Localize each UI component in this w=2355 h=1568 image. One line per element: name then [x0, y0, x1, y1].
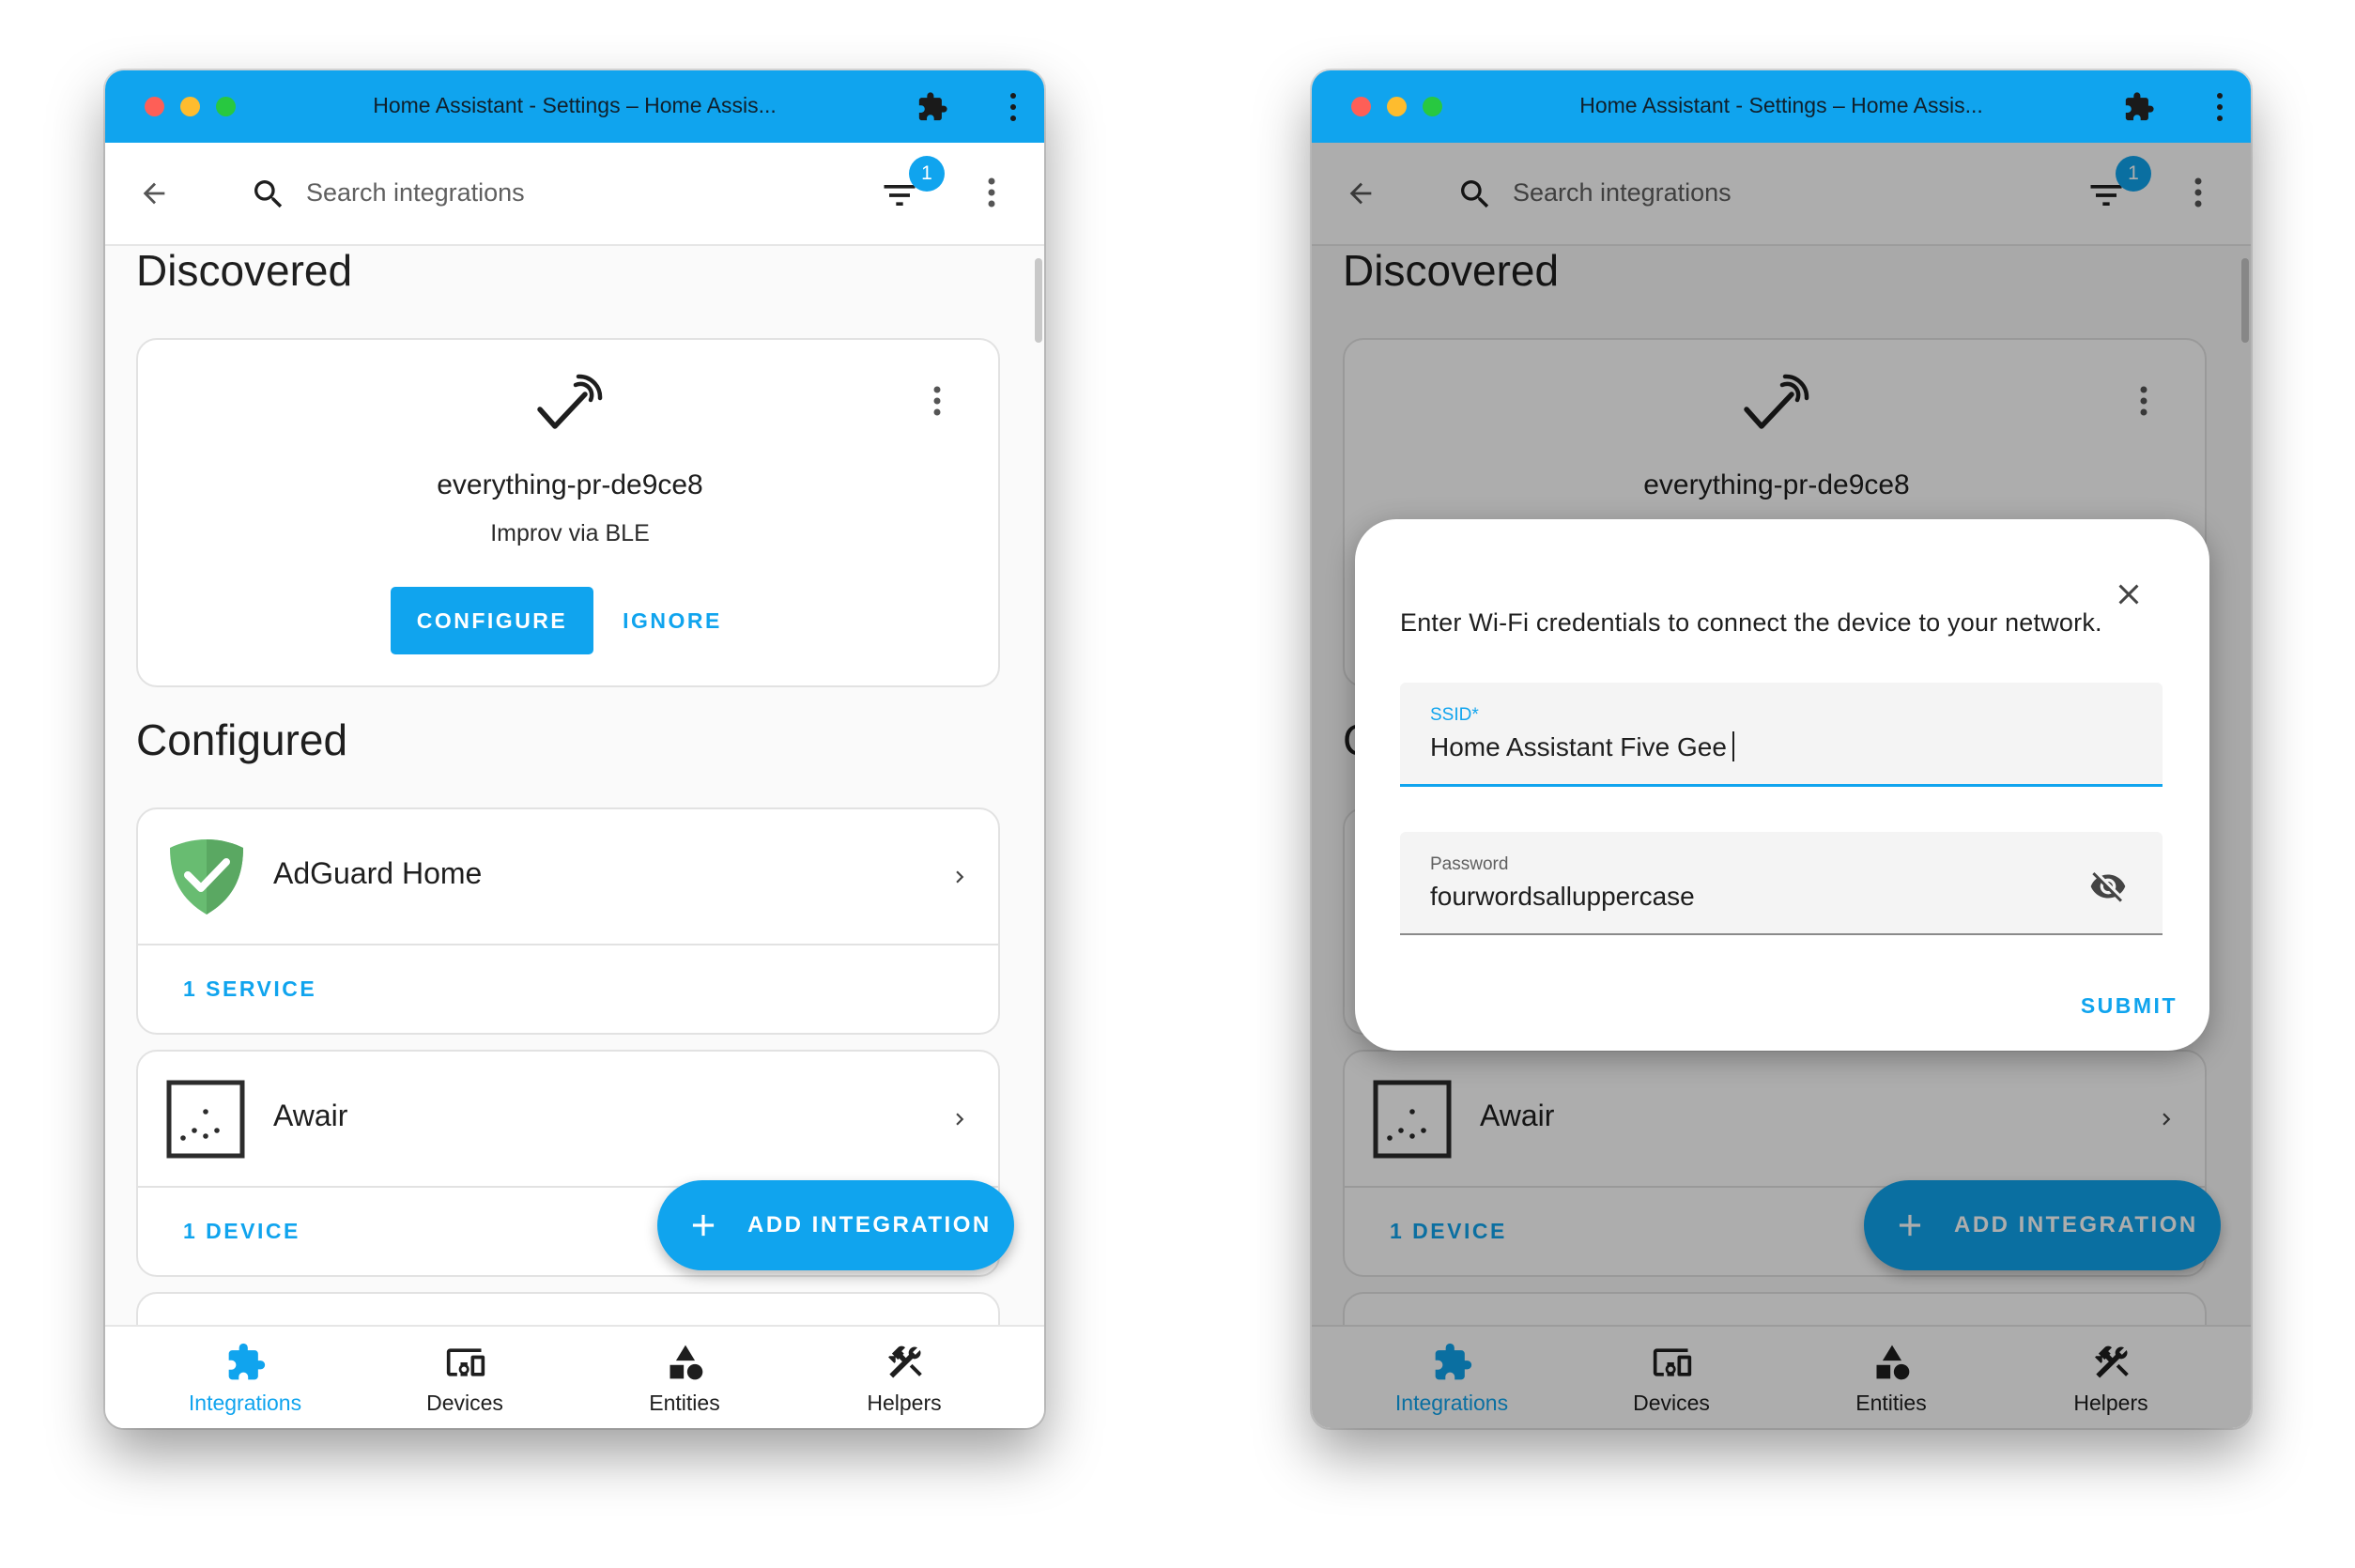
improv-ble-icon	[534, 374, 606, 444]
bottom-navigation: Integrations Devices Entities Helpers	[105, 1325, 1044, 1428]
nav-label: Entities	[649, 1391, 720, 1415]
devices-icon	[445, 1342, 486, 1388]
puzzle-extension-icon[interactable]	[916, 91, 948, 128]
window-menu-icon[interactable]	[2206, 91, 2234, 128]
plus-icon	[685, 1207, 721, 1250]
title-bar: Home Assistant - Settings – Home Assis..…	[1312, 70, 2251, 143]
integration-row[interactable]: AdGuard Home	[138, 809, 998, 945]
title-bar: Home Assistant - Settings – Home Assis..…	[105, 70, 1044, 143]
discovered-card: everything-pr-de9ce8 Improv via BLE CONF…	[136, 338, 1000, 687]
shapes-icon	[665, 1342, 706, 1388]
adguard-shield-icon	[166, 838, 247, 921]
integration-name: Awair	[273, 1099, 348, 1132]
tools-icon	[885, 1342, 926, 1388]
integration-row[interactable]: Awair	[138, 1052, 998, 1188]
add-integration-button[interactable]: ADD INTEGRATION	[657, 1180, 1014, 1270]
dialog-message: Enter Wi-Fi credentials to connect the d…	[1400, 608, 2102, 637]
overflow-menu-icon[interactable]	[986, 177, 997, 213]
browser-window-right: Home Assistant - Settings – Home Assis..…	[1312, 70, 2251, 1428]
nav-label: Integrations	[188, 1391, 302, 1415]
discovered-heading: Discovered	[136, 246, 353, 295]
password-input[interactable]	[1430, 877, 2087, 916]
ssid-input[interactable]	[1430, 728, 2087, 767]
chevron-right-icon	[947, 863, 972, 896]
scrollbar[interactable]	[1035, 258, 1042, 343]
nav-label: Devices	[426, 1391, 503, 1415]
configured-heading: Configured	[136, 715, 348, 764]
close-icon[interactable]	[2112, 577, 2146, 616]
app-toolbar: 1	[105, 143, 1044, 246]
awair-icon	[166, 1080, 245, 1163]
password-field[interactable]: Password	[1400, 832, 2163, 935]
configure-button[interactable]: CONFIGURE	[391, 587, 593, 654]
search-input[interactable]	[306, 169, 776, 216]
wifi-credentials-dialog: Enter Wi-Fi credentials to connect the d…	[1355, 519, 2209, 1051]
window-title: Home Assistant - Settings – Home Assis..…	[373, 93, 777, 117]
nav-helpers[interactable]: Helpers	[787, 1327, 1022, 1428]
ssid-label: SSID*	[1430, 705, 1479, 725]
integration-name: AdGuard Home	[273, 856, 483, 890]
text-cursor	[1732, 731, 1734, 761]
filter-count-badge: 1	[909, 156, 945, 192]
back-arrow-icon[interactable]	[137, 177, 171, 214]
devices-link[interactable]: 1 DEVICE	[183, 1219, 300, 1244]
nav-devices[interactable]: Devices	[347, 1327, 582, 1428]
puzzle-extension-icon[interactable]	[2123, 91, 2155, 128]
integration-card-adguard: AdGuard Home 1 SERVICE	[136, 807, 1000, 1035]
eye-off-icon[interactable]	[2089, 868, 2127, 910]
window-title: Home Assistant - Settings – Home Assis..…	[1579, 93, 1983, 117]
ignore-button[interactable]: IGNORE	[607, 587, 738, 654]
nav-entities[interactable]: Entities	[567, 1327, 802, 1428]
submit-button[interactable]: SUBMIT	[2046, 985, 2178, 1026]
puzzle-icon	[225, 1342, 267, 1388]
discovered-device-subtitle: Improv via BLE	[490, 520, 650, 546]
integrations-content[interactable]: Discovered everything-pr-de9ce8 Improv v…	[105, 246, 1044, 1326]
add-integration-label: ADD INTEGRATION	[747, 1212, 992, 1237]
search-icon	[250, 176, 287, 218]
integration-card-partial	[136, 1292, 1000, 1326]
browser-window-left: Home Assistant - Settings – Home Assis..…	[105, 70, 1044, 1428]
card-overflow-menu-icon[interactable]	[931, 385, 943, 422]
discovered-device-name: everything-pr-de9ce8	[437, 469, 703, 500]
nav-integrations[interactable]: Integrations	[128, 1327, 362, 1428]
window-menu-icon[interactable]	[999, 91, 1027, 128]
password-label: Password	[1430, 854, 1509, 874]
nav-label: Helpers	[867, 1391, 942, 1415]
ssid-field[interactable]: SSID*	[1400, 683, 2163, 787]
chevron-right-icon	[947, 1105, 972, 1138]
services-link[interactable]: 1 SERVICE	[183, 976, 316, 1002]
